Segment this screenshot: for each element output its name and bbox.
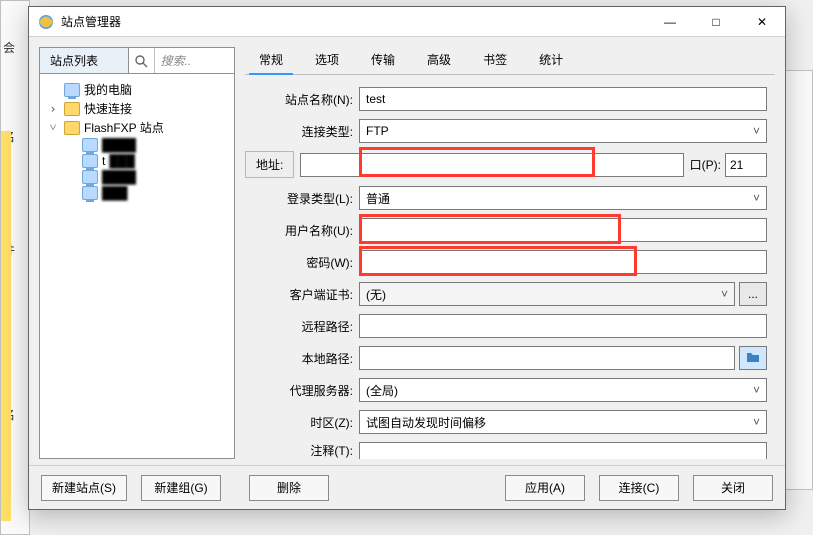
connect-button[interactable]: 连接(C)	[599, 475, 679, 501]
notes-textarea[interactable]	[359, 442, 767, 459]
cert-browse-button[interactable]: ...	[739, 282, 767, 306]
tree-node-flashfxp-sites[interactable]: ˅ FlashFXP 站点	[44, 118, 230, 137]
tab-bar: 常规 选项 传输 高级 书签 统计	[245, 47, 775, 75]
local-path-input[interactable]	[359, 346, 735, 370]
port-input[interactable]	[725, 153, 767, 177]
site-name-label: 站点名称(N):	[245, 91, 359, 108]
password-label: 密码(W):	[245, 254, 359, 271]
minimize-button[interactable]: —	[647, 7, 693, 37]
login-type-select[interactable]: 普通 ˅	[359, 186, 767, 210]
maximize-button[interactable]: □	[693, 7, 739, 37]
blurred-label: ███	[109, 154, 135, 168]
site-name-input[interactable]	[359, 87, 767, 111]
address-input[interactable]	[300, 153, 683, 177]
site-icon	[82, 138, 98, 152]
folder-icon	[746, 351, 760, 366]
bg-text: 会	[1, 35, 29, 60]
apply-button[interactable]: 应用(A)	[505, 475, 585, 501]
tab-transfer[interactable]: 传输	[361, 47, 405, 74]
site-list-header: 站点列表 搜索..	[39, 47, 235, 74]
username-input[interactable]	[359, 218, 767, 242]
search-input[interactable]: 搜索..	[155, 48, 235, 73]
dialog-footer: 新建站点(S) 新建组(G) 删除 应用(A) 连接(C) 关闭	[29, 465, 785, 509]
chevron-down-icon: ˅	[753, 124, 760, 138]
tab-advanced[interactable]: 高级	[417, 47, 461, 74]
login-type-label: 登录类型(L):	[245, 190, 359, 207]
tab-general[interactable]: 常规	[249, 47, 293, 74]
chevron-down-icon: ˅	[721, 287, 728, 301]
tree-node-my-computer[interactable]: 我的电脑	[44, 80, 230, 99]
tree-node-site[interactable]: ████	[44, 169, 230, 185]
general-form: 站点名称(N): 连接类型: FTP ˅ 地址: 口(P):	[245, 75, 775, 459]
search-icon[interactable]	[129, 48, 155, 73]
background-right-window	[783, 70, 813, 490]
site-tree[interactable]: 我的电脑 › 快速连接 ˅ FlashFXP 站点 ████ t ███	[39, 74, 235, 459]
blurred-label: ████	[102, 138, 136, 152]
chevron-down-icon: ˅	[753, 415, 760, 429]
folder-icon	[64, 102, 80, 116]
port-label: 口(P):	[690, 156, 721, 173]
blurred-label: ███	[102, 186, 128, 200]
window-title: 站点管理器	[61, 13, 647, 30]
tab-bookmarks[interactable]: 书签	[473, 47, 517, 74]
form-panel: 常规 选项 传输 高级 书签 统计 站点名称(N): 连接类型: FTP ˅	[245, 47, 775, 459]
username-label: 用户名称(U):	[245, 222, 359, 239]
new-group-button[interactable]: 新建组(G)	[141, 475, 221, 501]
close-button[interactable]: ✕	[739, 7, 785, 37]
tree-node-site[interactable]: ████	[44, 137, 230, 153]
password-input[interactable]	[359, 250, 767, 274]
client-cert-select[interactable]: (无) ˅	[359, 282, 735, 306]
connection-type-select[interactable]: FTP ˅	[359, 119, 767, 143]
computer-icon	[64, 83, 80, 97]
tab-stats[interactable]: 统计	[529, 47, 573, 74]
connection-type-label: 连接类型:	[245, 123, 359, 140]
client-cert-label: 客户端证书:	[245, 286, 359, 303]
tab-options[interactable]: 选项	[305, 47, 349, 74]
local-path-label: 本地路径:	[245, 350, 359, 367]
titlebar: 站点管理器 — □ ✕	[29, 7, 785, 37]
folder-icon	[64, 121, 80, 135]
proxy-label: 代理服务器:	[245, 382, 359, 399]
site-list-title: 站点列表	[40, 48, 129, 73]
notes-label: 注释(T):	[245, 442, 359, 459]
blurred-label: ████	[102, 170, 136, 184]
site-icon	[82, 170, 98, 184]
tree-node-site[interactable]: t ███	[44, 153, 230, 169]
timezone-label: 时区(Z):	[245, 414, 359, 431]
new-site-button[interactable]: 新建站点(S)	[41, 475, 127, 501]
background-left-window: 会 名 件 名	[0, 0, 30, 535]
site-manager-dialog: 站点管理器 — □ ✕ 站点列表 搜索.. 我的电脑 › 快速连接	[28, 6, 786, 510]
address-label: 地址:	[245, 151, 294, 178]
site-icon	[82, 154, 98, 168]
tree-node-site[interactable]: ███	[44, 185, 230, 201]
remote-path-input[interactable]	[359, 314, 767, 338]
tree-node-quick-connect[interactable]: › 快速连接	[44, 99, 230, 118]
timezone-select[interactable]: 试图自动发现时间偏移 ˅	[359, 410, 767, 434]
remote-path-label: 远程路径:	[245, 318, 359, 335]
site-list-panel: 站点列表 搜索.. 我的电脑 › 快速连接 ˅ FlashFXP 站点	[39, 47, 235, 459]
delete-button[interactable]: 删除	[249, 475, 329, 501]
local-path-browse-button[interactable]	[739, 346, 767, 370]
site-icon	[82, 186, 98, 200]
chevron-down-icon: ˅	[753, 191, 760, 205]
app-icon	[37, 13, 55, 31]
chevron-down-icon: ˅	[753, 383, 760, 397]
bg-yellow-strip	[1, 131, 11, 521]
proxy-select[interactable]: (全局) ˅	[359, 378, 767, 402]
close-dialog-button[interactable]: 关闭	[693, 475, 773, 501]
